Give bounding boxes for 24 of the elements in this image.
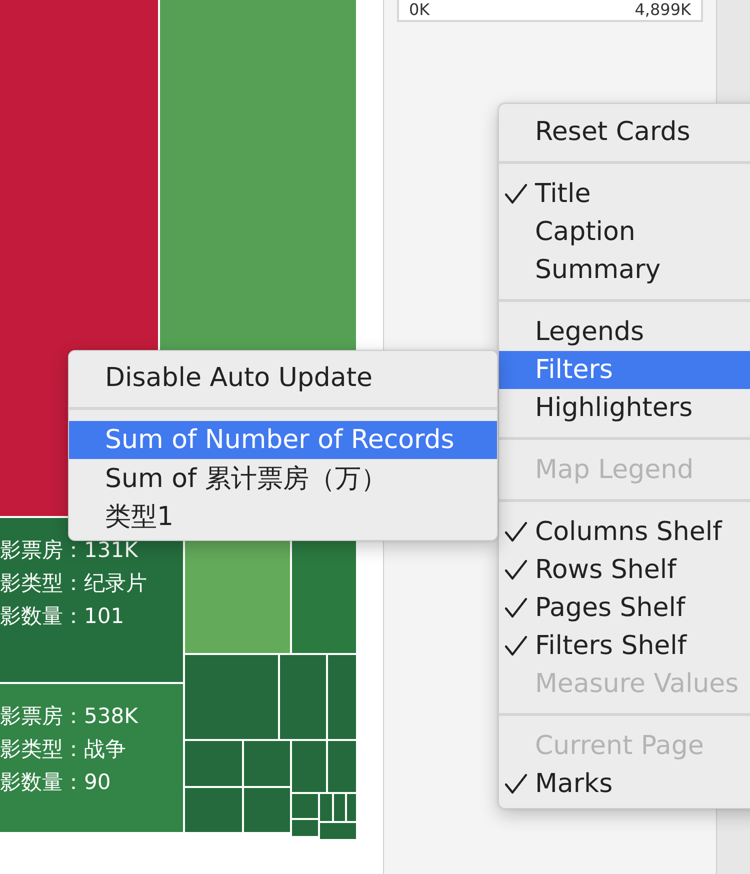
menu-item[interactable]: Pages Shelf [499, 589, 750, 627]
menu-item[interactable]: Caption [499, 213, 750, 251]
tile-label: 影数量：90 [0, 769, 111, 796]
menu-item[interactable]: 类型1 [69, 497, 497, 535]
menu-item[interactable]: Disable Auto Update [69, 359, 497, 397]
tile-label: 影数量：101 [0, 603, 124, 630]
menu-item[interactable]: Legends [499, 313, 750, 351]
menu-item[interactable]: Marks [499, 765, 750, 803]
menu-item[interactable]: Sum of Number of Records [69, 421, 497, 459]
menu-item[interactable]: Filters Shelf [499, 627, 750, 665]
tile-label: 影票房：131K [0, 537, 138, 564]
tile-label: 影类型：战争 [0, 736, 126, 763]
legend-max-label: 4,899K [634, 0, 691, 19]
menu-item[interactable]: Title [499, 175, 750, 213]
menu-item[interactable]: Summary [499, 251, 750, 289]
menu-item[interactable]: Columns Shelf [499, 513, 750, 551]
tile-label: 影票房：538K [0, 703, 138, 730]
tile-label: 影类型：纪录片 [0, 570, 147, 597]
menu-item[interactable]: Reset Cards [499, 113, 750, 151]
menu-item[interactable]: Filters [499, 351, 750, 389]
menu-item[interactable]: Rows Shelf [499, 551, 750, 589]
legend-min-label: 0K [409, 0, 430, 19]
menu-item[interactable]: Sum of 累计票房（万） [69, 459, 497, 497]
menu-item[interactable]: Highlighters [499, 389, 750, 427]
